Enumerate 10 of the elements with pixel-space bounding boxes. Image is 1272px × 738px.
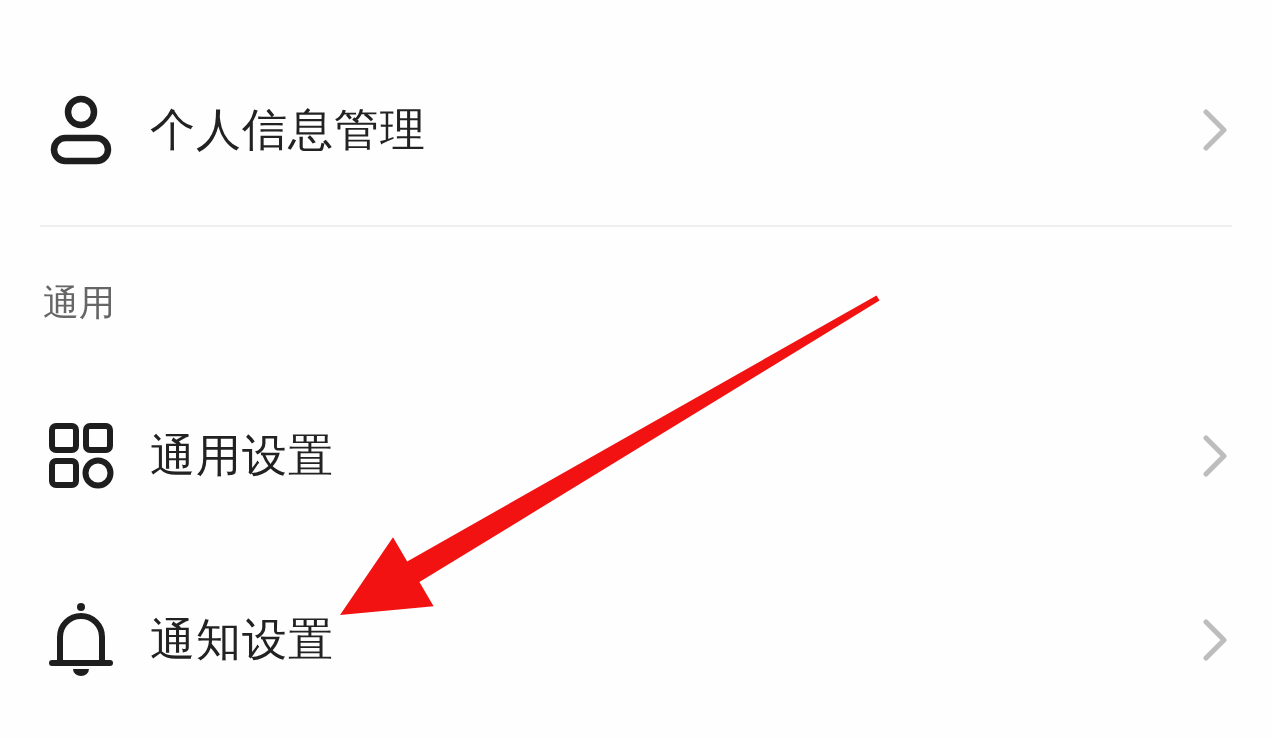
grid-icon bbox=[48, 421, 114, 491]
settings-item[interactable]: 通知设置 bbox=[40, 548, 1232, 732]
person-icon bbox=[48, 95, 114, 165]
chevron-right-icon bbox=[1202, 109, 1228, 151]
settings-item[interactable]: 个人信息管理 bbox=[40, 38, 1232, 222]
chevron-right-icon bbox=[1202, 435, 1228, 477]
chevron-right-icon bbox=[1202, 619, 1228, 661]
section-title: 通用 bbox=[42, 283, 116, 323]
bell-icon bbox=[48, 601, 114, 679]
settings-item[interactable]: 通用设置 bbox=[40, 364, 1232, 548]
